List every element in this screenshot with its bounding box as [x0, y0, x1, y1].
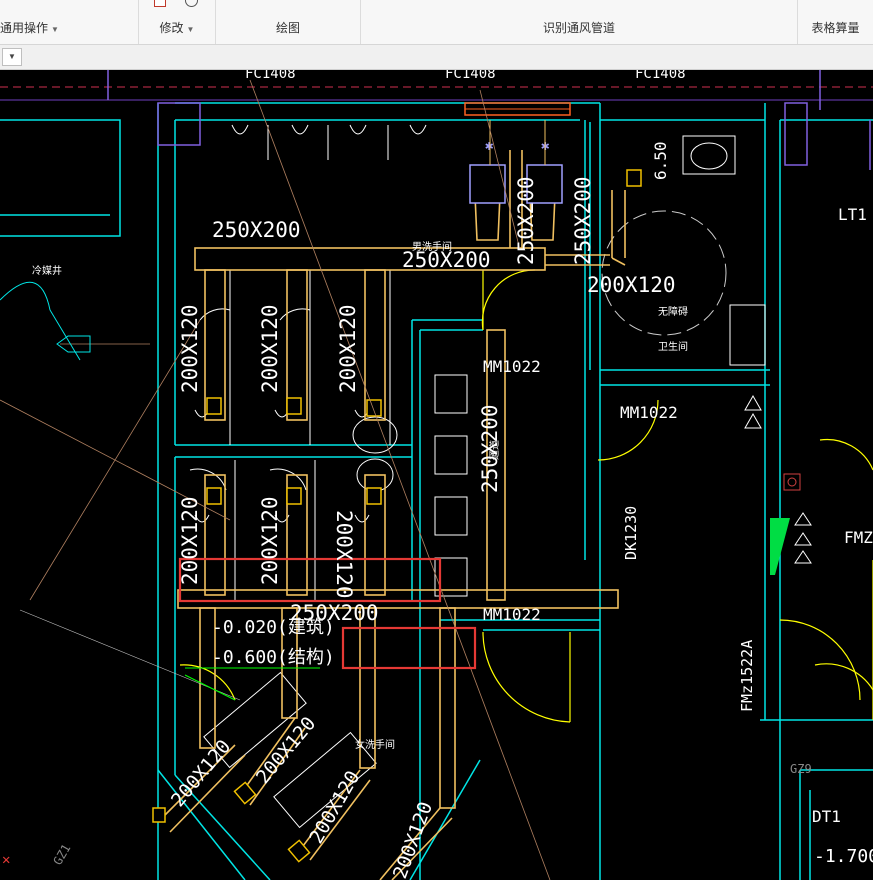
elevation-5: 8 [0, 370, 2, 380]
grid-label-fc1: FC1408 [245, 70, 296, 82]
ribbon-group-table-calc: 表格算量 [798, 0, 873, 44]
door-label-dk: DK1230 [622, 506, 640, 560]
duct-size-v5: 200X120 [258, 496, 282, 585]
table-calc-label[interactable]: 表格算量 [798, 19, 873, 36]
cad-drawing-canvas[interactable]: FC1408 FC1408 FC1408 ✱ 250X200 250X200 2… [0, 70, 873, 880]
ribbon-toolbar: 通用操作 ▼ 修改 ▼ 绘图 识别通风管道 表格算量 [0, 0, 873, 45]
grid-label-fc2: FC1408 [445, 70, 496, 82]
room-label-lengque: 冷媒井 [32, 264, 62, 277]
delete-icon[interactable] [154, 0, 166, 7]
modify-label: 修改 [159, 21, 184, 35]
duct-size-v6: 200X120 [332, 510, 356, 599]
room-label-nan-xishou: 男洗手间 [412, 240, 452, 253]
chevron-down-icon: ▼ [186, 25, 195, 34]
door-label-mm1: MM1022 [483, 357, 541, 376]
room-label-weisheng: 卫生间 [658, 340, 688, 353]
duct-size-v4: 200X120 [178, 496, 202, 585]
general-ops-label: 通用操作 [0, 21, 49, 35]
duct-size-top-left: 250X200 [212, 218, 301, 242]
room-label-nv-xishou: 女洗手间 [355, 738, 395, 751]
modify-menu[interactable]: 修改 ▼ [139, 19, 215, 36]
room-label-lt1: LT1 [838, 205, 867, 224]
origin-marker-icon: ✕ [2, 852, 10, 868]
door-label-mm3: MM1022 [483, 605, 541, 624]
chevron-down-icon: ▼ [51, 25, 59, 34]
duct-size-right-vertical-2: 250X200 [571, 176, 595, 265]
circle-icon[interactable] [185, 0, 198, 7]
door-label-mm2: MM1022 [620, 403, 678, 422]
elevation-1: -0.020(建筑) [212, 617, 335, 638]
ribbon-group-recognize-duct: 识别通风管道 [361, 0, 798, 44]
recognize-duct-label[interactable]: 识别通风管道 [361, 19, 797, 36]
duct-size-right-vertical: 250X200 [514, 176, 538, 265]
grid-label-fc3: FC1408 [635, 70, 686, 82]
layer-dropdown[interactable]: ▼ [2, 48, 22, 66]
chevron-down-icon: ▼ [8, 52, 16, 61]
ribbon-group-draw: 绘图 [216, 0, 361, 44]
ribbon-group-modify: 修改 ▼ [139, 0, 216, 44]
general-ops-menu[interactable]: 通用操作 ▼ [0, 19, 138, 36]
door-label-fmz: FMz1522A [738, 640, 756, 712]
room-label-wuzhang: 无障碍 [658, 305, 688, 318]
elevation-3: -1.700 [814, 846, 873, 867]
sub-toolbar: ▼ [0, 45, 873, 70]
room-label-gz9: GZ9 [790, 762, 812, 776]
draw-label[interactable]: 绘图 [216, 19, 360, 36]
room-label-dt1: DT1 [812, 807, 841, 826]
duct-size-v2: 200X120 [258, 304, 282, 393]
elevation-4: 6.50 [651, 141, 670, 180]
ribbon-group-general: 通用操作 ▼ [0, 0, 139, 44]
room-label-zoudao: 通道 [488, 440, 501, 460]
duct-size-v3: 200X120 [336, 304, 360, 393]
elevation-2: -0.600(结构) [212, 647, 335, 668]
room-label-fmz: FMZ [844, 528, 873, 547]
duct-size-v1: 200X120 [178, 304, 202, 393]
duct-size-room-right: 200X120 [587, 273, 676, 297]
